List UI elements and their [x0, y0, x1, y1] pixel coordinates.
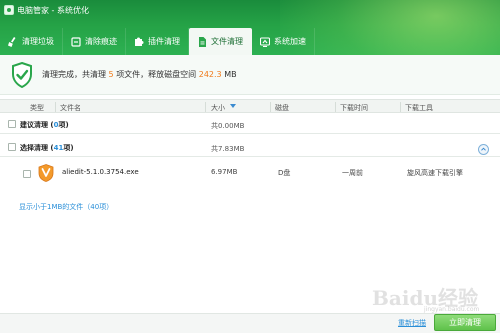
puzzle-icon — [134, 37, 144, 47]
column-download-tool[interactable]: 下载工具 — [405, 103, 433, 113]
rocket-icon — [260, 36, 270, 47]
column-disk[interactable]: 磁盘 — [275, 103, 289, 113]
file-name: aliedit-5.1.0.3754.exe — [62, 168, 139, 176]
title-bar: 电脑管家 - 系统优化 — [0, 0, 500, 20]
broom-icon — [8, 36, 18, 47]
group-size-selected: 共7.83MB — [211, 145, 245, 153]
show-small-files-link[interactable]: 显示小于1MB的文件（40项） — [19, 202, 113, 212]
column-divider — [400, 102, 401, 112]
column-type[interactable]: 类型 — [30, 103, 44, 113]
tab-label: 清理垃圾 — [22, 37, 54, 46]
group-label-prefix: 建议清理 ( — [20, 121, 54, 129]
column-filename[interactable]: 文件名 — [60, 103, 81, 113]
app-logo-icon — [4, 5, 14, 15]
group-row-selected[interactable]: 选择清理 (41项) 共7.83MB — [0, 137, 500, 157]
tab-clear-traces[interactable]: 清除痕迹 — [63, 28, 126, 55]
column-divider — [205, 102, 206, 112]
tab-label: 清除痕迹 — [85, 37, 117, 46]
group-checkbox-selected[interactable] — [8, 143, 16, 151]
clean-now-button[interactable]: 立即清理 — [434, 314, 496, 331]
tab-clean-junk[interactable]: 清理垃圾 — [0, 28, 63, 55]
file-clean-icon — [197, 36, 207, 47]
group-size-suggested: 共0.00MB — [211, 122, 245, 130]
group-label-selected: 选择清理 (41项) — [20, 143, 74, 153]
file-size: 6.97MB — [211, 168, 238, 176]
rescan-link[interactable]: 重新扫描 — [398, 318, 426, 328]
summary-middle: 项文件，释放磁盘空间 — [116, 70, 197, 79]
group-row-suggested[interactable]: 建议清理 (0项) 共0.00MB — [0, 114, 500, 134]
header: 电脑管家 - 系统优化 清理垃圾 清除痕迹 插件清理 文件清理 系统加速 — [0, 0, 500, 55]
column-download-time[interactable]: 下载时间 — [340, 103, 368, 113]
group-label-prefix: 选择清理 ( — [20, 144, 54, 152]
chevron-up-icon[interactable] — [478, 144, 489, 155]
group-label-suffix: 项) — [63, 144, 74, 152]
file-disk: D盘 — [278, 169, 291, 177]
group-label-suffix: 项) — [58, 121, 69, 129]
shield-check-icon — [12, 62, 32, 88]
tab-file-clean[interactable]: 文件清理 — [189, 28, 252, 55]
summary-text: 清理完成，共清理 5 项文件，释放磁盘空间 242.3 MB — [42, 69, 237, 80]
file-download-time: 一周前 — [342, 169, 363, 177]
file-download-tool: 旋风高速下载引擎 — [407, 169, 463, 177]
tab-label: 插件清理 — [148, 37, 180, 46]
tab-plugin-clean[interactable]: 插件清理 — [126, 28, 189, 55]
column-divider — [55, 102, 56, 112]
tab-system-speedup[interactable]: 系统加速 — [252, 28, 315, 55]
watermark-url: jingyan.baidu.com — [424, 306, 480, 313]
tab-label: 系统加速 — [274, 37, 306, 46]
group-count: 41 — [53, 144, 64, 152]
cleaned-count: 5 — [108, 70, 114, 79]
column-size[interactable]: 大小 — [211, 103, 225, 113]
file-checkbox[interactable] — [23, 170, 31, 178]
sort-desc-icon[interactable] — [230, 104, 236, 108]
column-divider — [270, 102, 271, 112]
group-checkbox-suggested[interactable] — [8, 120, 16, 128]
tab-label: 文件清理 — [211, 37, 243, 46]
summary-prefix: 清理完成，共清理 — [42, 70, 106, 79]
freed-size: 242.3 — [198, 70, 222, 79]
installer-file-icon — [38, 164, 54, 182]
result-summary: 清理完成，共清理 5 项文件，释放磁盘空间 242.3 MB — [0, 55, 500, 95]
group-label-suggested: 建议清理 (0项) — [20, 120, 69, 130]
column-divider — [335, 102, 336, 112]
erase-icon — [71, 36, 81, 47]
tab-bar: 清理垃圾 清除痕迹 插件清理 文件清理 系统加速 — [0, 28, 315, 55]
app-title: 电脑管家 - 系统优化 — [17, 5, 89, 15]
table-header: 类型 文件名 大小 磁盘 下载时间 下载工具 — [0, 99, 500, 113]
freed-size-unit: MB — [224, 70, 237, 79]
